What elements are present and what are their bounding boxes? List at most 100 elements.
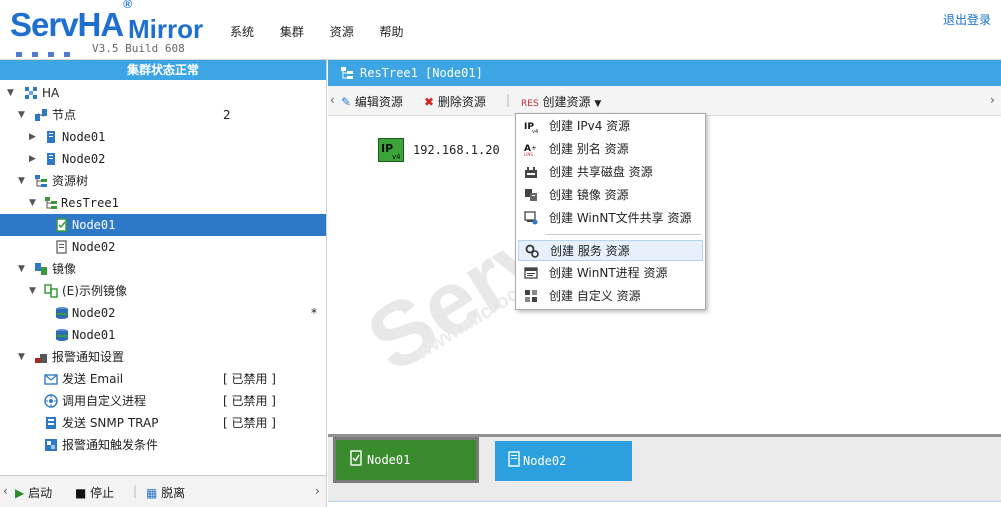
tree-item-mirror-node02[interactable]: Node02 * bbox=[0, 302, 326, 324]
resource-tab-bar: ResTree1 [Node01] bbox=[328, 60, 1001, 86]
edit-resource-label: 编辑资源 bbox=[354, 95, 403, 109]
node-box-node02[interactable]: Node02 bbox=[495, 441, 632, 481]
tab-title[interactable]: ResTree1 [Node01] bbox=[360, 60, 483, 86]
tree-item-custom-process[interactable]: 调用自定义进程 [ 已禁用 ] bbox=[0, 390, 326, 412]
scroll-left-icon[interactable]: ‹ bbox=[330, 93, 335, 107]
start-button[interactable]: ▶ 启动 bbox=[15, 484, 52, 501]
dropdown-arrow-icon: ▼ bbox=[594, 99, 602, 109]
tree-item-nodes[interactable]: ▼ 节点 2 bbox=[0, 104, 326, 126]
logo-dots bbox=[16, 46, 80, 60]
menu-create-winnt-process[interactable]: 创建 WinNT进程 资源 bbox=[518, 263, 703, 284]
nav-help[interactable]: 帮助 bbox=[380, 23, 404, 40]
create-resource-icon: RES bbox=[521, 99, 539, 109]
resource-toolbar: ‹ ✎ 编辑资源 ✖ 删除资源 | RES 创建资源 ▼ › bbox=[328, 86, 1001, 116]
node-box-node01[interactable]: Node01 bbox=[333, 437, 479, 483]
expand-arrow-icon[interactable]: ▼ bbox=[18, 346, 25, 368]
detach-label: 脱离 bbox=[161, 486, 186, 500]
ipv4-icon: IPv4 bbox=[524, 122, 538, 133]
stop-button[interactable]: ■ 停止 bbox=[75, 484, 114, 501]
edit-resource-button[interactable]: ✎ 编辑资源 bbox=[341, 93, 403, 110]
version-label: V3.5 Build 608 bbox=[92, 42, 185, 55]
trigger-icon bbox=[45, 439, 57, 451]
tree-item-label: Node02 bbox=[62, 152, 106, 166]
tree-item-label: Node01 bbox=[62, 130, 106, 144]
menu-create-shared-disk[interactable]: 创建 共享磁盘 资源 bbox=[518, 162, 703, 183]
nav-resource[interactable]: 资源 bbox=[330, 23, 354, 40]
tree-item-restree1[interactable]: ▼ ResTree1 bbox=[0, 192, 326, 214]
process-icon bbox=[44, 394, 58, 408]
nav-system[interactable]: 系统 bbox=[230, 23, 254, 40]
server-icon bbox=[47, 153, 55, 165]
expand-arrow-icon[interactable]: ▼ bbox=[29, 192, 36, 214]
menu-item-label: 创建 服务 资源 bbox=[550, 244, 630, 258]
logo: ServHA® Mirror V3.5 Build 608 bbox=[10, 0, 210, 57]
menu-create-mirror[interactable]: 创建 镜像 资源 bbox=[518, 185, 703, 206]
svg-text:v4: v4 bbox=[532, 129, 538, 133]
svg-text:LINS: LINS bbox=[524, 152, 533, 156]
logout-link[interactable]: 退出登录 bbox=[943, 11, 991, 28]
delete-resource-button[interactable]: ✖ 删除资源 bbox=[424, 93, 486, 110]
tree-item-node02[interactable]: ▶ Node02 bbox=[0, 148, 326, 170]
svg-text:v4: v4 bbox=[392, 153, 401, 161]
tree-item-alarm-trigger[interactable]: 报警通知触发条件 bbox=[0, 434, 326, 456]
restree-node-icon bbox=[56, 240, 67, 254]
tree-item-ha[interactable]: ▼ HA bbox=[0, 82, 326, 104]
scroll-right-icon[interactable]: › bbox=[315, 484, 320, 498]
service-icon bbox=[525, 244, 539, 258]
expand-arrow-icon[interactable]: ▶ bbox=[29, 126, 36, 148]
tree-item-label: Node01 bbox=[72, 328, 116, 342]
scroll-left-icon[interactable]: ‹ bbox=[3, 484, 8, 498]
tree-item-restree-node02[interactable]: Node02 bbox=[0, 236, 326, 258]
menu-item-label: 创建 WinNT文件共享 资源 bbox=[549, 211, 692, 225]
nodes-icon bbox=[35, 109, 47, 121]
expand-arrow-icon[interactable]: ▶ bbox=[29, 148, 36, 170]
node-count: 2 bbox=[223, 108, 231, 122]
menu-item-label: 创建 自定义 资源 bbox=[549, 289, 641, 303]
tree-item-node01[interactable]: ▶ Node01 bbox=[0, 126, 326, 148]
logo-brand: ServHA bbox=[10, 6, 124, 43]
menu-create-service[interactable]: 创建 服务 资源 bbox=[518, 240, 703, 261]
menu-create-alias[interactable]: A + LINS 创建 别名 资源 bbox=[518, 139, 703, 160]
tree-item-mirror-node01[interactable]: Node01 bbox=[0, 324, 326, 346]
tree-item-snmp[interactable]: 发送 SNMP TRAP [ 已禁用 ] bbox=[0, 412, 326, 434]
tree-item-alarm-settings[interactable]: ▼ 报警通知设置 bbox=[0, 346, 326, 368]
expand-arrow-icon[interactable]: ▼ bbox=[18, 170, 25, 192]
menu-create-ipv4[interactable]: IP v4 创建 IPv4 资源 bbox=[518, 116, 703, 137]
detach-icon: ▦ bbox=[146, 486, 158, 500]
tree-item-email[interactable]: 发送 Email [ 已禁用 ] bbox=[0, 368, 326, 390]
tree-item-label: 镜像 bbox=[52, 262, 77, 276]
tree-item-label: (E)示例镜像 bbox=[62, 284, 127, 298]
expand-arrow-icon[interactable]: ▼ bbox=[18, 104, 25, 126]
tree-item-resource-tree[interactable]: ▼ 资源树 bbox=[0, 170, 326, 192]
disk-icon bbox=[56, 307, 68, 319]
tree-item-mirror-example[interactable]: ▼ (E)示例镜像 bbox=[0, 280, 326, 302]
create-resource-button[interactable]: RES 创建资源 ▼ bbox=[521, 93, 601, 110]
restree-node-icon bbox=[56, 218, 67, 232]
bottom-divider bbox=[328, 501, 1001, 507]
ipv4-resource-icon: IP v4 bbox=[378, 138, 404, 162]
tree-item-mirror[interactable]: ▼ 镜像 bbox=[0, 258, 326, 280]
nav-cluster[interactable]: 集群 bbox=[280, 23, 304, 40]
scroll-right-icon[interactable]: › bbox=[990, 93, 995, 107]
stop-icon: ■ bbox=[75, 486, 87, 500]
menu-item-label: 创建 共享磁盘 资源 bbox=[549, 165, 653, 179]
modified-marker: * bbox=[311, 306, 317, 320]
expand-arrow-icon[interactable]: ▼ bbox=[7, 82, 14, 104]
alarm-icon bbox=[35, 354, 47, 363]
tree-item-restree-node01[interactable]: Node01 bbox=[0, 214, 326, 236]
node-box-label: Node01 bbox=[367, 453, 411, 467]
expand-arrow-icon[interactable]: ▼ bbox=[29, 280, 36, 302]
tree-item-label: 发送 Email bbox=[62, 372, 124, 386]
menu-item-label: 创建 镜像 资源 bbox=[549, 188, 629, 202]
node-standby-icon bbox=[508, 451, 520, 467]
resource-tree-icon bbox=[35, 175, 47, 187]
tree-item-label: 资源树 bbox=[52, 174, 89, 188]
tree-item-label: Node02 bbox=[72, 240, 116, 254]
menu-create-custom[interactable]: 创建 自定义 资源 bbox=[518, 286, 703, 307]
expand-arrow-icon[interactable]: ▼ bbox=[18, 258, 25, 280]
menu-create-winnt-share[interactable]: 创建 WinNT文件共享 资源 bbox=[518, 208, 703, 229]
detach-button[interactable]: ▦ 脱离 bbox=[146, 484, 185, 501]
play-icon: ▶ bbox=[15, 486, 25, 500]
menu-item-label: 创建 别名 资源 bbox=[549, 142, 629, 156]
custom-icon bbox=[525, 290, 537, 302]
